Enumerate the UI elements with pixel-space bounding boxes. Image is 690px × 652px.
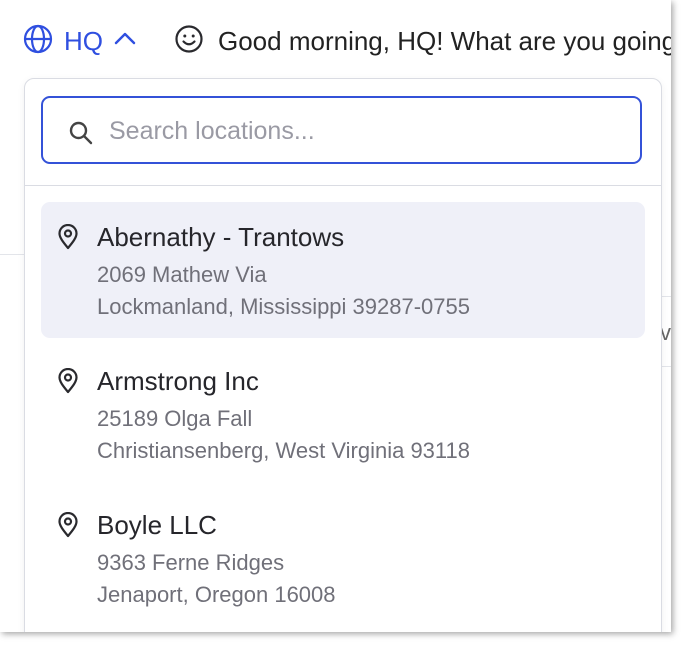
map-pin-icon — [57, 511, 79, 543]
location-item[interactable]: Boyle LLC 9363 Ferne Ridges Jenaport, Or… — [41, 490, 645, 626]
location-address-line1: 2069 Mathew Via — [97, 262, 267, 287]
location-switcher-label: HQ — [64, 25, 103, 56]
location-name: Armstrong Inc — [97, 366, 259, 396]
top-bar: HQ Good morning, HQ! What are you going — [0, 0, 671, 80]
location-address-line2: Christiansenberg, West Virginia 93118 — [97, 438, 470, 463]
app-window: HQ Good morning, HQ! What are you going … — [0, 0, 671, 632]
location-item[interactable]: Abernathy - Trantows 2069 Mathew Via Loc… — [41, 202, 645, 338]
location-item[interactable]: Armstrong Inc 25189 Olga Fall Christians… — [41, 346, 645, 482]
background-divider — [0, 254, 24, 255]
map-pin-icon — [57, 223, 79, 255]
dropdown-divider — [25, 185, 661, 186]
location-switcher-button[interactable]: HQ — [22, 24, 137, 58]
location-name: Abernathy - Trantows — [97, 222, 345, 252]
greeting-text: Good morning, HQ! What are you going — [218, 25, 671, 56]
location-dropdown: Abernathy - Trantows 2069 Mathew Via Loc… — [24, 78, 662, 632]
map-pin-icon — [57, 367, 79, 399]
greeting: Good morning, HQ! What are you going — [174, 24, 671, 58]
location-name: Boyle LLC — [97, 510, 217, 540]
location-address-line2: Jenaport, Oregon 16008 — [97, 582, 336, 607]
location-address-line1: 25189 Olga Fall — [97, 406, 253, 431]
globe-icon — [22, 23, 54, 60]
location-address-line2: Lockmanland, Mississippi 39287-0755 — [97, 294, 470, 319]
smiley-icon — [174, 24, 204, 59]
location-address-line1: 9363 Ferne Ridges — [97, 550, 285, 575]
chevron-up-icon — [113, 27, 137, 56]
search-icon — [68, 120, 94, 151]
search-input[interactable] — [107, 112, 631, 150]
search-field[interactable] — [41, 96, 642, 164]
